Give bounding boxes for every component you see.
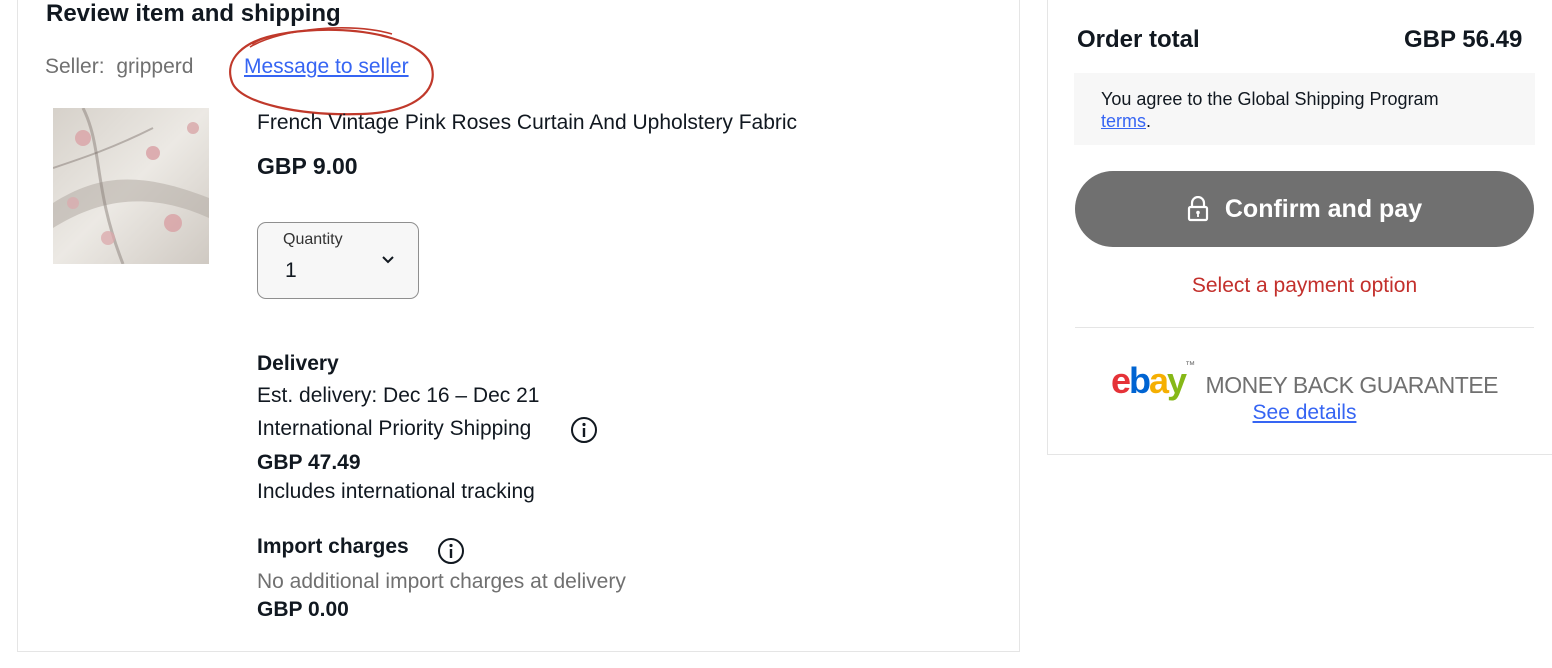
seller-name: gripperd	[116, 55, 194, 78]
quantity-select[interactable]: Quantity 1	[257, 222, 419, 299]
item-title[interactable]: French Vintage Pink Roses Curtain And Up…	[257, 111, 797, 135]
shipping-method: International Priority Shipping	[257, 417, 532, 440]
import-charges-note: No additional import charges at delivery	[257, 570, 626, 593]
estimated-delivery: Est. delivery: Dec 16 – Dec 21	[257, 384, 540, 407]
confirm-and-pay-button[interactable]: Confirm and pay	[1075, 171, 1534, 247]
payment-error-message: Select a payment option	[1191, 274, 1418, 297]
money-back-guarantee: ebay™ MONEY BACK GUARANTEE	[1075, 360, 1534, 402]
divider	[1075, 327, 1534, 328]
order-total-label: Order total	[1077, 26, 1200, 53]
ebay-logo: ebay	[1110, 360, 1187, 401]
info-icon[interactable]	[570, 416, 598, 444]
shipping-price: GBP 47.49	[257, 451, 361, 474]
mbg-text: MONEY BACK GUARANTEE	[1205, 372, 1499, 398]
global-shipping-notice: You agree to the Global Shipping Program…	[1074, 73, 1535, 145]
confirm-label: Confirm and pay	[1224, 194, 1423, 223]
gsp-text: You agree to the Global Shipping Program…	[1101, 88, 1439, 132]
review-card	[17, 0, 1020, 652]
see-details-link[interactable]: See details	[1075, 401, 1534, 425]
import-charges-title: Import charges	[257, 535, 409, 558]
delivery-title: Delivery	[257, 352, 339, 375]
quantity-value: 1	[285, 259, 297, 282]
import-charges-price: GBP 0.00	[257, 598, 349, 621]
seller-label: Seller:	[45, 55, 105, 78]
item-thumbnail[interactable]	[53, 108, 209, 264]
lock-icon	[1187, 196, 1208, 222]
annotation-circle	[229, 27, 434, 116]
item-price: GBP 9.00	[257, 153, 358, 179]
info-icon[interactable]	[437, 537, 465, 565]
gsp-period: .	[1146, 111, 1152, 131]
chevron-down-icon	[382, 256, 394, 264]
trademark: ™	[1185, 360, 1196, 371]
gsp-agree-text: You agree to the Global Shipping Program	[1101, 89, 1439, 109]
order-total-value: GBP 56.49	[1404, 26, 1523, 53]
seller-info: Seller: gripperd	[45, 55, 193, 79]
gsp-terms-link[interactable]: terms	[1101, 111, 1146, 131]
tracking-note: Includes international tracking	[257, 480, 535, 503]
quantity-label: Quantity	[283, 231, 343, 248]
